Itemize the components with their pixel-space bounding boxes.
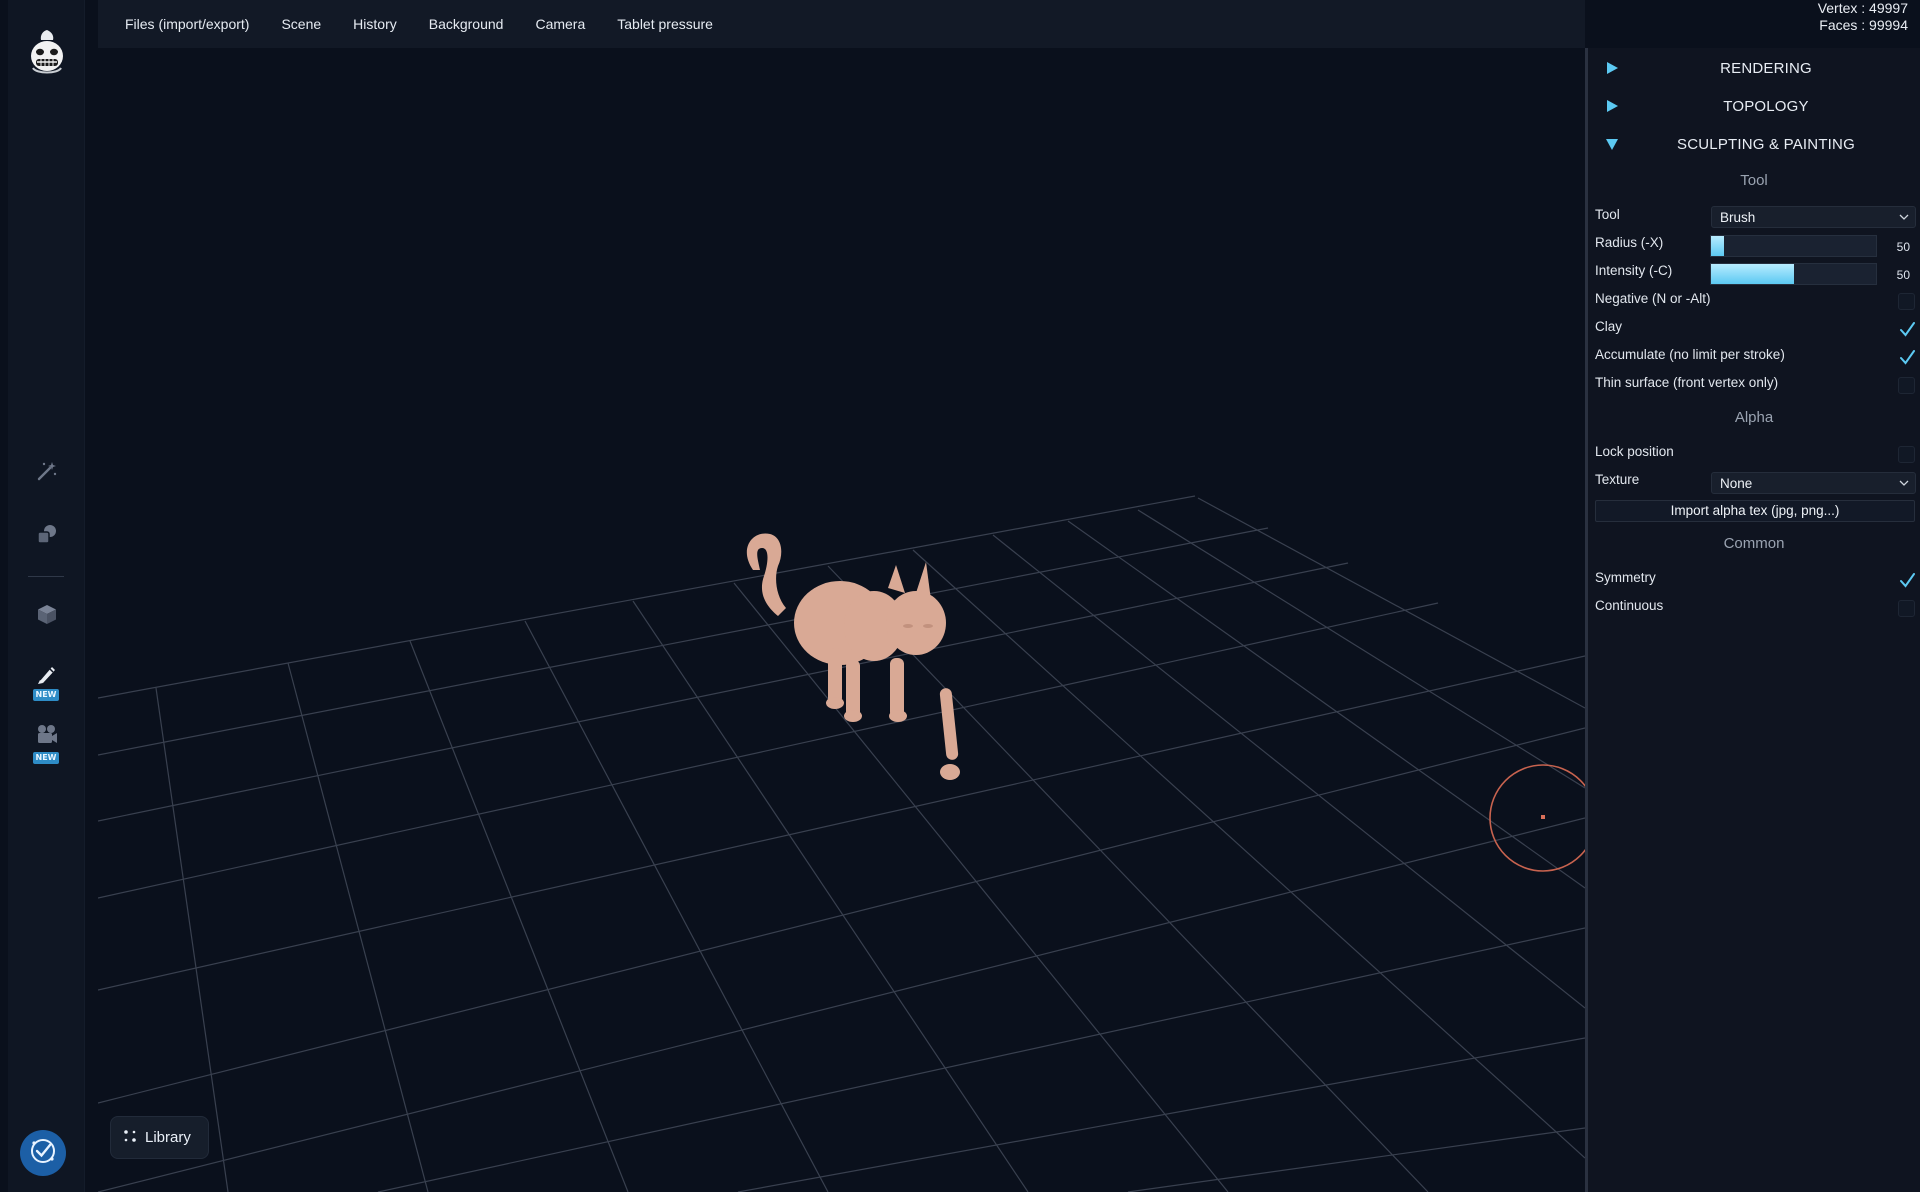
new-badge: NEW <box>33 752 59 764</box>
magic-wand-icon <box>36 460 58 486</box>
shapes-icon <box>36 523 58 549</box>
intensity-slider[interactable] <box>1710 263 1877 285</box>
group-title-tool: Tool <box>1740 172 1768 189</box>
tool-select[interactable]: Brush <box>1711 206 1916 228</box>
continuous-label: Continuous <box>1595 598 1664 613</box>
menu-scene[interactable]: Scene <box>281 16 321 32</box>
thin-surface-label: Thin surface (front vertex only) <box>1595 375 1779 390</box>
library-label: Library <box>145 1129 191 1146</box>
section-title: TOPOLOGY <box>1723 97 1809 115</box>
section-title: SCULPTING & PAINTING <box>1677 135 1855 153</box>
radius-slider[interactable] <box>1710 235 1877 257</box>
chevron-down-icon <box>1899 480 1909 486</box>
menu-background[interactable]: Background <box>429 16 504 32</box>
vertex-count: Vertex : 49997 <box>1817 0 1908 16</box>
texture-select[interactable]: None <box>1711 472 1916 494</box>
brush-cursor <box>1489 764 1585 872</box>
radius-value: 50 <box>1896 240 1910 254</box>
radius-label: Radius (-X) <box>1595 235 1664 250</box>
magic-wand-tool-button[interactable] <box>30 456 64 490</box>
continuous-checkbox[interactable] <box>1898 600 1915 617</box>
symmetry-checkbox[interactable] <box>1898 572 1915 589</box>
brush-icon <box>35 662 59 690</box>
section-rendering[interactable]: RENDERING <box>1588 54 1920 82</box>
video-tool-button[interactable]: NEW <box>30 724 64 770</box>
cat-model <box>746 533 960 780</box>
texture-select-value: None <box>1720 476 1753 491</box>
faces-count: Faces : 99994 <box>1819 17 1908 33</box>
tool-select-value: Brush <box>1720 210 1756 225</box>
cube-tool-button[interactable] <box>30 599 64 633</box>
viewport-scene <box>98 495 1585 1192</box>
expand-arrow-icon <box>1607 62 1618 74</box>
mesh-stats: Vertex : 49997 Faces : 99994 <box>1818 0 1908 34</box>
clay-label: Clay <box>1595 319 1623 334</box>
lock-position-label: Lock position <box>1595 444 1674 459</box>
shapes-tool-button[interactable] <box>30 519 64 553</box>
help-button[interactable] <box>20 1130 66 1176</box>
left-sidebar: NEW NEW <box>8 0 85 1192</box>
checkmark-icon <box>1900 322 1915 337</box>
texture-label: Texture <box>1595 472 1640 487</box>
3d-viewport[interactable]: Library <box>98 48 1585 1192</box>
menu-files[interactable]: Files (import/export) <box>125 16 249 32</box>
chevron-down-icon <box>1899 214 1909 220</box>
intensity-label: Intensity (-C) <box>1595 263 1673 278</box>
right-panel: RENDERING TOPOLOGY SCULPTING & PAINTING … <box>1585 48 1920 1192</box>
section-topology[interactable]: TOPOLOGY <box>1588 92 1920 120</box>
section-title: RENDERING <box>1720 59 1812 77</box>
clay-checkbox[interactable] <box>1898 321 1915 338</box>
menu-camera[interactable]: Camera <box>535 16 585 32</box>
collapse-arrow-icon <box>1606 139 1618 150</box>
intensity-value: 50 <box>1896 268 1910 282</box>
library-icon <box>123 1128 137 1147</box>
group-title-alpha: Alpha <box>1734 409 1774 426</box>
expand-arrow-icon <box>1607 100 1618 112</box>
import-alpha-button[interactable]: Import alpha tex (jpg, png...) <box>1595 500 1915 522</box>
negative-label: Negative (N or -Alt) <box>1595 291 1711 306</box>
accumulate-label: Accumulate (no limit per stroke) <box>1595 347 1785 362</box>
checkmark-icon <box>1900 350 1915 365</box>
lock-position-checkbox[interactable] <box>1898 446 1915 463</box>
section-sculpting-painting[interactable]: SCULPTING & PAINTING <box>1588 130 1920 158</box>
app-logo-icon[interactable] <box>26 26 68 82</box>
symmetry-label: Symmetry <box>1595 570 1656 585</box>
help-icon <box>28 1136 58 1170</box>
group-title-common: Common <box>1723 535 1785 552</box>
checkmark-icon <box>1900 573 1915 588</box>
cube-icon <box>36 603 58 629</box>
new-badge: NEW <box>33 689 59 701</box>
intensity-slider-fill <box>1711 264 1794 284</box>
radius-slider-fill <box>1711 236 1725 256</box>
accumulate-checkbox[interactable] <box>1898 349 1915 366</box>
video-camera-icon <box>35 724 59 750</box>
brush-tool-button[interactable]: NEW <box>30 662 64 708</box>
tool-label: Tool <box>1595 207 1620 222</box>
menu-history[interactable]: History <box>353 16 397 32</box>
sidebar-divider <box>28 576 64 577</box>
thin-surface-checkbox[interactable] <box>1898 377 1915 394</box>
library-button[interactable]: Library <box>110 1116 209 1159</box>
top-menubar: Files (import/export) Scene History Back… <box>98 0 1585 48</box>
negative-checkbox[interactable] <box>1898 293 1915 310</box>
menu-tablet-pressure[interactable]: Tablet pressure <box>617 16 713 32</box>
